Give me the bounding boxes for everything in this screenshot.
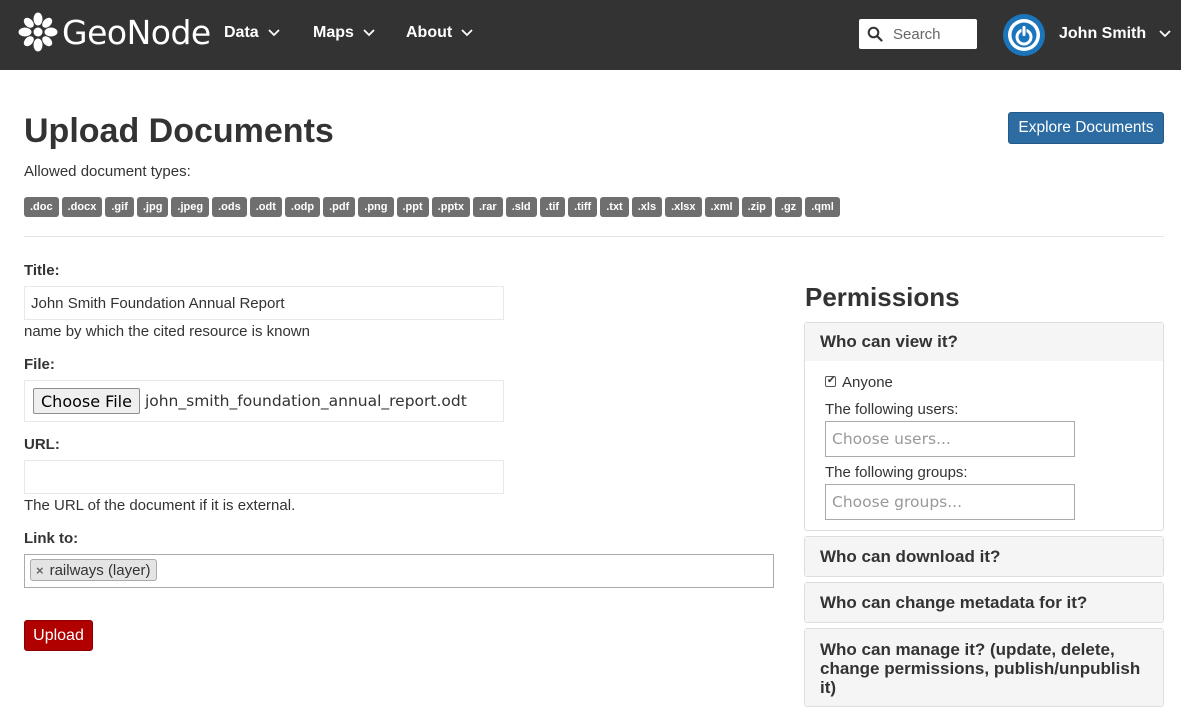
doc-type-badge: .sld (505, 197, 537, 217)
doc-type-badge: .jpg (136, 197, 169, 217)
file-label: File: (24, 356, 55, 373)
file-field: Choose File john_smith_foundation_annual… (24, 380, 504, 422)
search-box (859, 19, 977, 49)
title-label: Title: (24, 262, 60, 279)
permissions-title: Permissions (805, 282, 960, 312)
user-menu[interactable]: John Smith (1059, 25, 1172, 43)
link-tag: × railways (layer) (30, 559, 158, 581)
doc-type-badge: .odp (284, 197, 321, 217)
choose-file-button[interactable]: Choose File (33, 388, 140, 414)
doc-type-badge: .xls (631, 197, 663, 217)
search-icon (867, 26, 883, 42)
selected-file-name: john_smith_foundation_annual_report.odt (144, 392, 467, 410)
view-permission-panel: Who can view it? ✔ Anyone The following … (804, 322, 1164, 531)
chevron-down-icon (268, 29, 280, 37)
manage-permission-panel: Who can manage it? (update, delete, chan… (804, 628, 1164, 707)
checkmark-icon: ✔ (827, 375, 836, 386)
url-label: URL: (24, 436, 60, 453)
avatar[interactable] (1003, 14, 1045, 56)
nav-about[interactable]: About (406, 24, 474, 42)
nav-about-label: About (406, 24, 453, 41)
doc-type-badge: .gz (774, 197, 803, 217)
link-to-select[interactable]: × railways (layer) (24, 554, 774, 588)
doc-type-badge: .txt (600, 197, 629, 217)
groups-label: The following groups: (825, 464, 968, 481)
explore-documents-button[interactable]: Explore Documents (1008, 112, 1164, 144)
anyone-checkbox[interactable]: ✔ (825, 375, 836, 387)
brand-name: GeoNode (62, 12, 211, 52)
doc-type-badge: .tiff (568, 197, 598, 217)
view-permission-heading[interactable]: Who can view it? (805, 323, 1163, 361)
chevron-down-icon (1159, 30, 1171, 38)
geonode-flower-icon (18, 12, 58, 52)
url-input[interactable] (24, 460, 504, 494)
doc-type-badge: .ods (212, 197, 247, 217)
doc-type-badge: .pdf (323, 197, 356, 217)
doc-type-badge: .pptx (431, 197, 470, 217)
nav-maps[interactable]: Maps (313, 24, 376, 42)
doc-type-badge: .gif (105, 197, 134, 217)
document-types-list: .doc .docx .gif .jpg .jpeg .ods .odt .odp .pdf .p… (24, 197, 840, 217)
doc-type-badge: .doc (24, 197, 59, 217)
users-label: The following users: (825, 401, 959, 418)
chevron-down-icon (461, 29, 473, 37)
title-input[interactable]: John Smith Foundation Annual Report (24, 286, 504, 320)
doc-type-badge: .png (358, 197, 394, 217)
page-title: Upload Documents (24, 112, 334, 150)
doc-type-badge: .jpeg (171, 197, 210, 217)
nav-maps-label: Maps (313, 24, 354, 41)
doc-type-badge: .odt (249, 197, 282, 217)
remove-tag-icon[interactable]: × (36, 563, 44, 578)
title-help: name by which the cited resource is know… (24, 323, 310, 340)
users-input[interactable] (825, 421, 1075, 457)
upload-button[interactable]: Upload (24, 620, 93, 651)
doc-type-badge: .xlsx (665, 197, 702, 217)
brand-logo[interactable]: GeoNode (17, 11, 211, 53)
chevron-down-icon (363, 29, 375, 37)
manage-permission-heading[interactable]: Who can manage it? (update, delete, chan… (805, 629, 1163, 706)
download-permission-panel: Who can download it? (804, 536, 1164, 577)
link-to-label: Link to: (24, 530, 79, 547)
doc-type-badge: .ppt (396, 197, 429, 217)
allowed-types-label: Allowed document types: (24, 163, 191, 180)
doc-type-badge: .qml (805, 197, 840, 217)
doc-type-badge: .zip (741, 197, 772, 217)
doc-type-badge: .xml (704, 197, 739, 217)
divider (24, 236, 1164, 237)
nav-data-label: Data (224, 24, 259, 41)
user-name-label: John Smith (1059, 25, 1147, 42)
nav-data[interactable]: Data (224, 24, 281, 42)
navbar: GeoNode Data Maps About John Smith (0, 0, 1181, 70)
download-permission-heading[interactable]: Who can download it? (805, 537, 1163, 576)
metadata-permission-panel: Who can change metadata for it? (804, 582, 1164, 623)
url-help: The URL of the document if it is externa… (24, 497, 296, 514)
doc-type-badge: .docx (61, 197, 103, 217)
metadata-permission-heading[interactable]: Who can change metadata for it? (805, 583, 1163, 622)
link-tag-label: railways (layer) (49, 561, 151, 579)
groups-input[interactable] (825, 484, 1075, 520)
search-input[interactable] (893, 25, 973, 43)
anyone-label: Anyone (842, 374, 893, 391)
doc-type-badge: .tif (539, 197, 566, 217)
doc-type-badge: .rar (472, 197, 503, 217)
